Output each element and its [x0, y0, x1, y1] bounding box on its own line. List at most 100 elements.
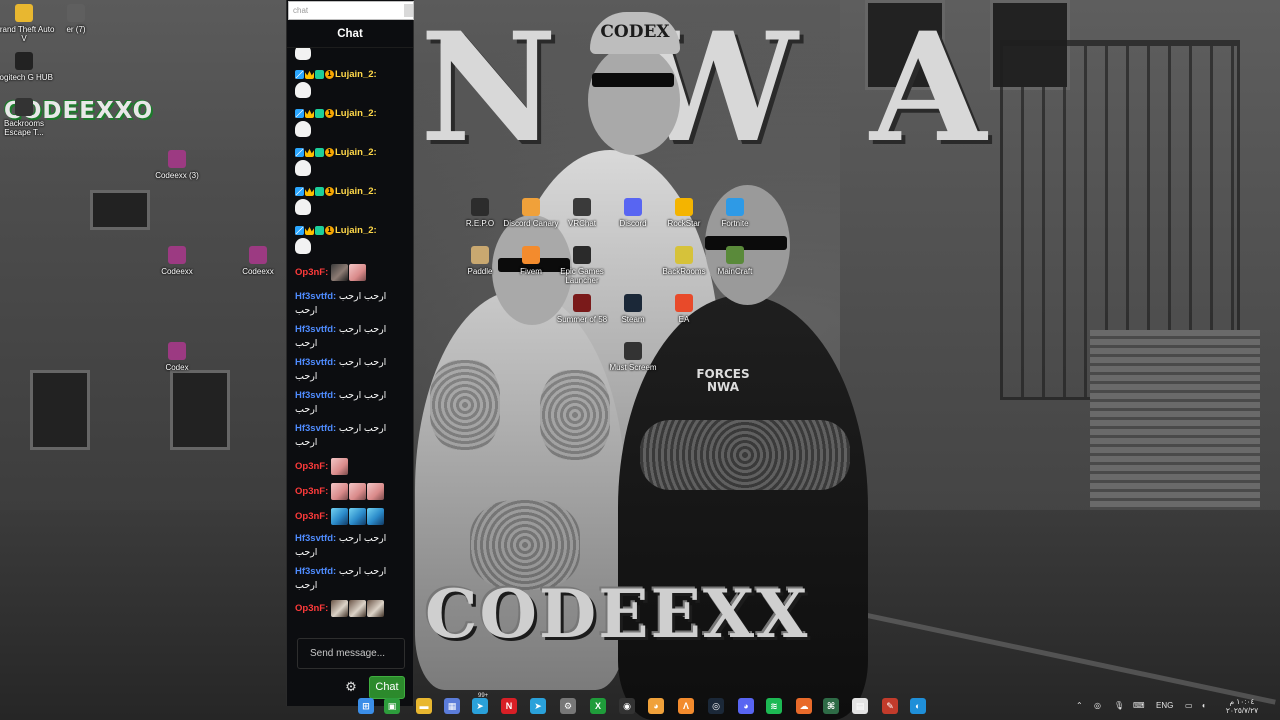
chat-username[interactable]: Lujain_2: [335, 108, 377, 119]
desktop-icon[interactable]: Must Screem [601, 342, 665, 372]
telegram-icon[interactable]: ➤ [530, 698, 546, 714]
taskbar-clock[interactable]: ١٠:٠٤ م ٢٠٢٥/٧/٢٧ [1220, 697, 1264, 715]
taskbar-time: ١٠:٠٤ م [1229, 697, 1255, 706]
chat-message-input[interactable] [297, 638, 405, 669]
emote-icon [348, 264, 366, 281]
terminal-icon[interactable]: ⌘ [823, 698, 839, 714]
chat-message: 1 Lujain_2: [295, 224, 407, 254]
game-icon [675, 246, 693, 264]
desktop-icon[interactable]: MainCraft [703, 246, 767, 276]
chat-username[interactable]: Lujain_2: [335, 186, 377, 197]
chat-username[interactable]: Op3nF: [295, 486, 328, 497]
chat-username[interactable]: Hf3svtfd: [295, 357, 336, 368]
discord-canary-icon[interactable]: ◕ [648, 698, 664, 714]
chat-message: Hf3svtfd: ارحب ارحب ارحب [295, 356, 407, 384]
desktop-icon[interactable]: Codex [145, 342, 209, 372]
cloud-icon[interactable]: ☁ [796, 698, 812, 714]
desktop-icon-label: Discord [619, 219, 647, 228]
task-view-icon[interactable]: ▣ [384, 698, 400, 714]
store-icon[interactable]: ▦ [444, 698, 460, 714]
chat-search-input[interactable] [293, 3, 403, 18]
desktop-icon[interactable]: EA [652, 294, 716, 324]
xbox-icon[interactable]: X [590, 698, 606, 714]
sword-badge-icon [295, 69, 304, 79]
crown-badge-icon [305, 70, 314, 79]
chat-message: Hf3svtfd: ارحب ارحب ارحب [295, 532, 407, 560]
desktop-icon[interactable]: er (7) [44, 4, 108, 34]
emote-icon [330, 264, 348, 281]
tier-badge-icon: 1 [325, 186, 334, 196]
language-indicator[interactable]: ENG [1156, 700, 1173, 712]
wifi-icon[interactable]: ▭ [1185, 700, 1193, 712]
volume-icon[interactable]: ◖ [1201, 700, 1206, 712]
steam-icon[interactable]: ◎ [708, 698, 724, 714]
archive-icon [168, 246, 186, 264]
chat-username[interactable]: Lujain_2: [335, 225, 377, 236]
settings-icon[interactable]: ⚙ [560, 698, 576, 714]
desktop-icon[interactable]: Codeexx (3) [145, 150, 209, 180]
game-icon [471, 198, 489, 216]
chat-message: Op3nF: [295, 508, 407, 525]
sub-badge-icon [315, 225, 324, 235]
chat-username[interactable]: Op3nF: [295, 461, 328, 472]
desktop-icon[interactable]: Fortnite [703, 198, 767, 228]
desktop-icon[interactable]: Codeexx [145, 246, 209, 276]
paint-icon[interactable]: ✎ [882, 698, 898, 714]
fortnite-icon [726, 198, 744, 216]
archive-icon [168, 342, 186, 360]
chat-username[interactable]: Op3nF: [295, 603, 328, 614]
network-icon[interactable]: ◎ [1094, 700, 1101, 712]
tier-badge-icon: 1 [325, 147, 334, 157]
emote-icon [330, 483, 348, 500]
chevron-up-icon[interactable]: ⌃ [1076, 700, 1083, 712]
chat-username[interactable]: Hf3svtfd: [295, 423, 336, 434]
chat-username[interactable]: Lujain_2: [335, 69, 377, 80]
discord-icon [624, 198, 642, 216]
emote-icon [348, 600, 366, 617]
spotify-icon[interactable]: ≋ [766, 698, 782, 714]
sub-badge-icon [315, 108, 324, 118]
wallpaper-title: N W A [420, 0, 997, 176]
chat-username[interactable]: Hf3svtfd: [295, 390, 336, 401]
microphone-icon[interactable]: 🎙 [1114, 700, 1124, 712]
desktop-icon[interactable]: Epic Games Launcher [550, 246, 614, 285]
discord-icon[interactable]: ◕ [738, 698, 754, 714]
desktop-icon-label: Codeexx [242, 267, 274, 276]
chat-message-list[interactable]: 1 Lujain_2: 1 Lujain_2: 1 Lujain_2: 1 Lujain… [295, 48, 409, 622]
desktop-icon[interactable]: Codeexx [226, 246, 290, 276]
folder-icon [15, 4, 33, 22]
start-icon[interactable]: ⊞ [358, 698, 374, 714]
chat-username[interactable]: Hf3svtfd: [295, 566, 336, 577]
desktop-icon[interactable]: Logitech G HUB [0, 52, 56, 82]
chat-search-bar[interactable] [288, 1, 414, 20]
game-icon [471, 246, 489, 264]
keyboard-icon[interactable]: ⌨ [1133, 700, 1145, 712]
gear-icon[interactable]: ⚙ [344, 680, 358, 694]
chat-username[interactable]: Op3nF: [295, 267, 328, 278]
chat-username[interactable]: Hf3svtfd: [295, 533, 336, 544]
chat-username[interactable]: Hf3svtfd: [295, 291, 336, 302]
desktop-icon-label: BackRooms [662, 267, 706, 276]
desktop-icon-label: VRChat [567, 219, 596, 228]
wallpaper-tattoo [540, 370, 610, 460]
netflix-icon[interactable]: N [501, 698, 517, 714]
notification-badge: 99+ [478, 693, 489, 699]
file-explorer-icon[interactable]: ▬ [416, 698, 432, 714]
chat-username[interactable]: Lujain_2: [335, 147, 377, 158]
emote-icon [330, 458, 348, 475]
ea-icon [675, 294, 693, 312]
chat-message [295, 48, 407, 60]
emote-icon [366, 483, 384, 500]
fivem-icon[interactable]: Λ [678, 698, 694, 714]
chat-message: Hf3svtfd: ارحب ارحب ارحب [295, 389, 407, 417]
chat-username[interactable]: Op3nF: [295, 511, 328, 522]
wallpaper-codeexx-title: CODEEXX [425, 575, 810, 653]
chat-username[interactable]: Hf3svtfd: [295, 324, 336, 335]
edge-icon[interactable]: ◐ [910, 698, 926, 714]
chat-message: Op3nF: [295, 483, 407, 500]
notes-icon[interactable]: ▤ [852, 698, 868, 714]
chat-search-scroll-button[interactable] [404, 4, 413, 17]
obs-icon[interactable]: ◉ [619, 698, 635, 714]
desktop-icon[interactable]: Backrooms Escape T... [0, 98, 56, 137]
desktop-icon-label: R.E.P.O [465, 219, 495, 228]
